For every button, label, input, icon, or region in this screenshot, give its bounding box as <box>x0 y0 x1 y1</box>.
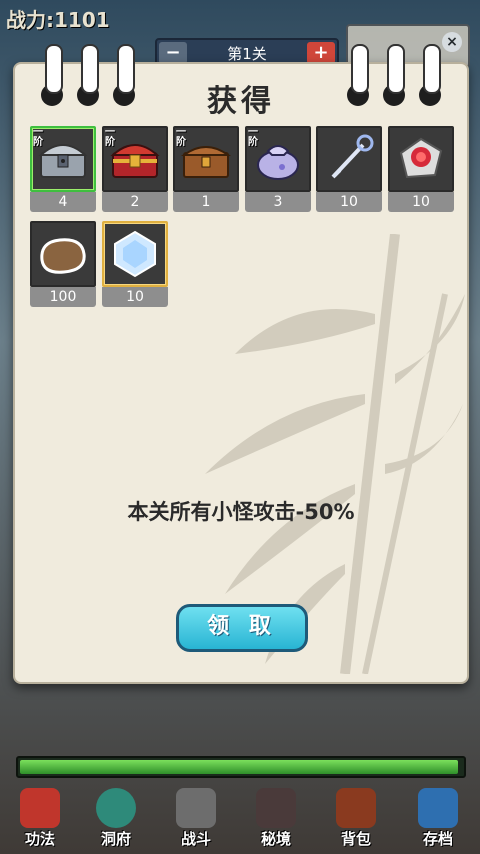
clay-stone-icon <box>30 221 96 287</box>
swirl-icon <box>96 788 136 828</box>
rose-stone-icon <box>388 126 454 192</box>
bottom-nav: 功法 洞府 战斗 秘境 背包 存档 <box>0 782 480 854</box>
nav-label: 秘境 <box>260 830 291 848</box>
nav-item-gongfa[interactable]: 功法 <box>4 782 76 854</box>
bag-icon <box>336 788 376 828</box>
item-tier: 一阶 <box>33 127 43 148</box>
nav-label: 功法 <box>24 830 55 848</box>
combat-power-label: 战力:1101 <box>6 8 110 32</box>
cave-icon <box>256 788 296 828</box>
save-icon <box>418 788 458 828</box>
item-count: 2 <box>102 192 168 212</box>
reward-item[interactable]: 10 <box>388 126 454 214</box>
item-tier: 一阶 <box>105 127 115 148</box>
stage-prev-button[interactable]: − <box>159 42 187 64</box>
nav-label: 战斗 <box>180 830 211 848</box>
nav-item-battle[interactable]: 战斗 <box>160 782 232 854</box>
item-count: 100 <box>30 287 96 307</box>
nav-item-secret-realm[interactable]: 秘境 <box>240 782 312 854</box>
item-count: 3 <box>245 192 311 212</box>
nav-item-save[interactable]: 存档 <box>402 782 474 854</box>
stage-progress-bar <box>16 756 466 778</box>
reward-item[interactable]: 一阶 4 <box>30 126 96 214</box>
reward-item[interactable]: 100 <box>30 221 96 309</box>
nav-label: 存档 <box>422 830 453 848</box>
item-count: 10 <box>388 192 454 212</box>
reward-dialog: 获得 一阶 4 一阶 2 一阶 1 一阶 3 10 10 100 10 本关所有… <box>13 44 469 684</box>
reward-item[interactable]: 10 <box>102 221 168 309</box>
claim-button[interactable]: 领 取 <box>176 604 308 652</box>
reward-item[interactable]: 10 <box>316 126 382 214</box>
crystal-key-icon <box>316 126 382 192</box>
nav-item-backpack[interactable]: 背包 <box>320 782 392 854</box>
nav-label: 洞府 <box>100 830 131 848</box>
reward-item[interactable]: 一阶 2 <box>102 126 168 214</box>
item-count: 10 <box>316 192 382 212</box>
scroll-icon <box>20 788 60 828</box>
item-count: 4 <box>30 192 96 212</box>
nav-label: 背包 <box>340 830 371 848</box>
item-count: 1 <box>173 192 239 212</box>
sword-icon <box>176 788 216 828</box>
stage-label: 第1关 <box>227 45 267 63</box>
reward-item[interactable]: 一阶 1 <box>173 126 239 214</box>
stage-progress-fill <box>20 760 458 774</box>
item-count: 10 <box>102 287 168 307</box>
dialog-title: 获得 <box>207 84 275 119</box>
nav-item-dongfu[interactable]: 洞府 <box>80 782 152 854</box>
stage-next-button[interactable]: + <box>307 42 335 64</box>
item-tier: 一阶 <box>176 127 186 148</box>
close-icon[interactable]: × <box>442 32 462 52</box>
stage-buff-notice: 本关所有小怪攻击-50% <box>127 500 355 524</box>
reward-item[interactable]: 一阶 3 <box>245 126 311 214</box>
item-tier: 一阶 <box>248 127 258 148</box>
ice-crystal-icon <box>102 221 168 287</box>
